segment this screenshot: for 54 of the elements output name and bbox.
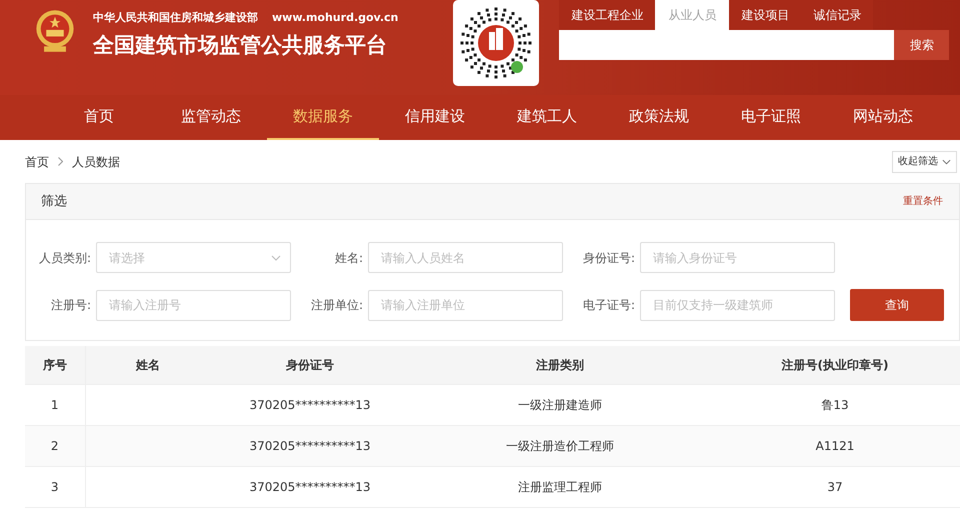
- breadcrumb-link[interactable]: 首页: [25, 152, 49, 170]
- field-label: 注册号:: [50, 297, 92, 314]
- table-cell: 鲁13: [821, 398, 849, 412]
- table-cell: 370205**********13: [249, 438, 371, 452]
- ministry-name: 中华人民共和国住房和城乡建设部: [93, 10, 258, 26]
- qr-code-icon: [453, 0, 540, 86]
- table-cell: 注册监理工程师: [518, 480, 602, 494]
- website-url: www.mohurd.gov.cn: [272, 10, 398, 26]
- input-field[interactable]: 请输入身份证号: [640, 242, 835, 273]
- input-field[interactable]: 请输入注册单位: [368, 290, 563, 320]
- field-label: 电子证号:: [582, 297, 636, 314]
- nav-item[interactable]: 电子证照: [715, 95, 827, 140]
- breadcrumb-link[interactable]: 人员数据: [72, 152, 120, 170]
- column-header: 姓名: [85, 346, 210, 384]
- search-field[interactable]: [559, 30, 894, 60]
- search-tab[interactable]: 建设工程企业: [559, 0, 656, 30]
- reset-link[interactable]: 重置条件: [903, 194, 943, 209]
- table-cell: 2: [50, 438, 59, 452]
- input-field[interactable]: 请输入注册号: [96, 290, 291, 320]
- column-header: 注册类别: [410, 346, 710, 384]
- column-header: 注册号(执业印章号): [710, 346, 960, 384]
- collapse-filter-button[interactable]: 收起筛选: [892, 150, 957, 172]
- table-cell: 1: [50, 398, 59, 412]
- search-button[interactable]: 搜索: [894, 30, 950, 60]
- table-cell: 一级注册造价工程师: [506, 438, 614, 452]
- column-header: 身份证号: [210, 346, 410, 384]
- nav-item[interactable]: 数据服务: [267, 95, 379, 140]
- nav-item[interactable]: 监管动态: [155, 95, 267, 140]
- table-cell: 37: [827, 480, 843, 494]
- nav-item[interactable]: 建筑工人: [491, 95, 603, 140]
- nav-item[interactable]: 政策法规: [603, 95, 715, 140]
- table-cell: 370205**********13: [249, 398, 371, 412]
- chevron-right-icon: [58, 157, 63, 166]
- chevron-down-icon: [271, 255, 281, 261]
- site-title: 全国建筑市场监管公共服务平台: [93, 32, 388, 58]
- field-label: 身份证号:: [582, 250, 636, 266]
- nav-item[interactable]: 网站动态: [827, 95, 939, 140]
- input-field[interactable]: 请输入人员姓名: [368, 242, 563, 273]
- nav-item[interactable]: 信用建设: [379, 95, 491, 140]
- field-label: 人员类别:: [38, 250, 92, 266]
- field-label: 姓名:: [334, 250, 364, 266]
- input-field[interactable]: 目前仅支持一级建筑师: [640, 290, 835, 320]
- field-label: 注册单位:: [310, 297, 364, 314]
- table-cell: 370205**********13: [249, 480, 371, 494]
- column-header: 序号: [25, 346, 85, 384]
- query-button[interactable]: 查询: [850, 289, 944, 321]
- chevron-down-icon: [942, 158, 951, 164]
- search-tab[interactable]: 诚信记录: [801, 0, 874, 30]
- table-cell: 3: [50, 480, 59, 494]
- nav-item[interactable]: 首页: [43, 95, 155, 140]
- table-cell: 一级注册建造师: [518, 398, 602, 412]
- select-field[interactable]: 请选择: [96, 242, 291, 273]
- table-cell: A1121: [816, 438, 854, 452]
- filter-title: 筛选: [41, 192, 67, 211]
